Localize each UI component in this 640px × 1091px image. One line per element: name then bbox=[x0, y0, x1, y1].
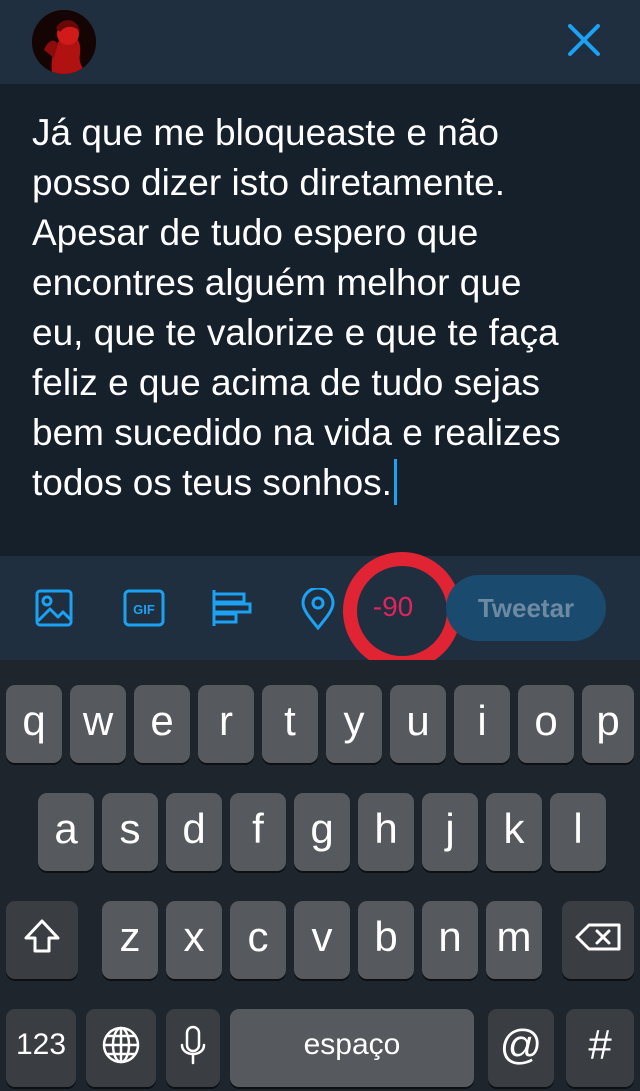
key-f[interactable]: f bbox=[230, 793, 286, 871]
key-l[interactable]: l bbox=[550, 793, 606, 871]
key-z[interactable]: z bbox=[102, 901, 158, 979]
key-v[interactable]: v bbox=[294, 901, 350, 979]
poll-icon[interactable] bbox=[210, 588, 252, 633]
key-q[interactable]: q bbox=[6, 685, 62, 763]
gif-label: GIF bbox=[133, 602, 155, 617]
tweet-text: Já que me bloqueaste e não posso dizer i… bbox=[32, 112, 561, 503]
key-a[interactable]: a bbox=[38, 793, 94, 871]
avatar[interactable] bbox=[32, 10, 96, 74]
gif-icon[interactable]: GIF bbox=[123, 588, 165, 633]
key-d[interactable]: d bbox=[166, 793, 222, 871]
tweet-compose-area[interactable]: Já que me bloqueaste e não posso dizer i… bbox=[0, 84, 640, 556]
microphone-key[interactable] bbox=[166, 1009, 220, 1087]
text-cursor bbox=[393, 459, 397, 505]
key-m[interactable]: m bbox=[486, 901, 542, 979]
key-u[interactable]: u bbox=[390, 685, 446, 763]
key-r[interactable]: r bbox=[198, 685, 254, 763]
backspace-icon bbox=[575, 923, 621, 951]
at-key[interactable]: @ bbox=[488, 1009, 554, 1087]
key-x[interactable]: x bbox=[166, 901, 222, 979]
tweet-text-input[interactable]: Já que me bloqueaste e não posso dizer i… bbox=[32, 108, 612, 508]
key-t[interactable]: t bbox=[262, 685, 318, 763]
shift-key[interactable] bbox=[6, 901, 78, 979]
key-s[interactable]: s bbox=[102, 793, 158, 871]
key-i[interactable]: i bbox=[454, 685, 510, 763]
globe-icon bbox=[102, 1026, 140, 1064]
space-key[interactable]: espaço bbox=[230, 1009, 474, 1087]
key-e[interactable]: e bbox=[134, 685, 190, 763]
close-icon[interactable] bbox=[562, 18, 606, 62]
numbers-key[interactable]: 123 bbox=[6, 1009, 76, 1087]
tweet-button[interactable]: Tweetar bbox=[446, 575, 606, 641]
key-g[interactable]: g bbox=[294, 793, 350, 871]
globe-key[interactable] bbox=[86, 1009, 156, 1087]
image-icon[interactable] bbox=[34, 588, 74, 633]
key-h[interactable]: h bbox=[358, 793, 414, 871]
key-j[interactable]: j bbox=[422, 793, 478, 871]
backspace-key[interactable] bbox=[562, 901, 634, 979]
hash-key[interactable]: # bbox=[566, 1009, 634, 1087]
key-y[interactable]: y bbox=[326, 685, 382, 763]
key-n[interactable]: n bbox=[422, 901, 478, 979]
key-k[interactable]: k bbox=[486, 793, 542, 871]
compose-header bbox=[0, 0, 640, 84]
key-p[interactable]: p bbox=[582, 685, 634, 763]
key-o[interactable]: o bbox=[518, 685, 574, 763]
key-b[interactable]: b bbox=[358, 901, 414, 979]
location-icon[interactable] bbox=[300, 586, 336, 635]
counter-highlight-circle bbox=[343, 552, 461, 670]
key-w[interactable]: w bbox=[70, 685, 126, 763]
key-c[interactable]: c bbox=[230, 901, 286, 979]
shift-icon bbox=[24, 919, 60, 953]
microphone-icon bbox=[180, 1025, 206, 1065]
